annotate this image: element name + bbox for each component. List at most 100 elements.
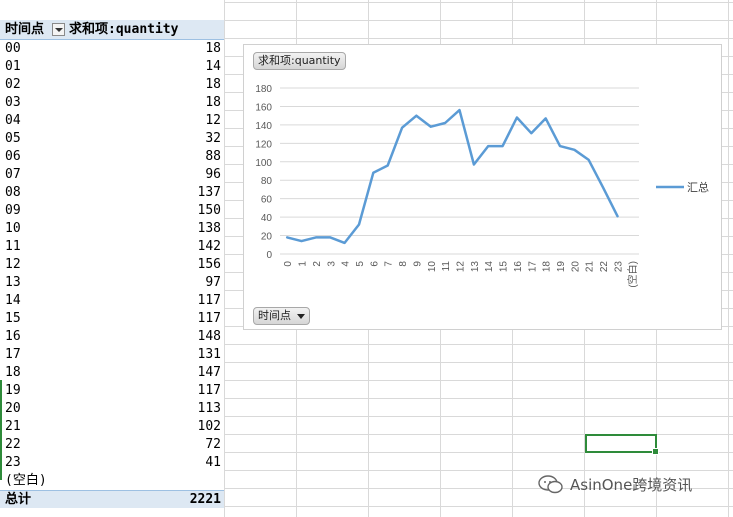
y-tick-label: 0 bbox=[266, 250, 272, 261]
row-value: 18 bbox=[205, 41, 221, 56]
selected-cell[interactable] bbox=[585, 434, 659, 455]
legend-label: 汇总 bbox=[687, 180, 709, 194]
watermark: AsinOne跨境资讯 bbox=[538, 474, 692, 495]
pivot-row[interactable]: 02 18 bbox=[0, 76, 224, 94]
row-value: 138 bbox=[197, 221, 221, 236]
row-label: 15 bbox=[5, 311, 21, 326]
pivot-row[interactable]: 18 147 bbox=[0, 364, 224, 382]
pivot-row[interactable]: 17 131 bbox=[0, 346, 224, 364]
x-tick-label: 14 bbox=[484, 261, 495, 273]
x-tick-label: 15 bbox=[499, 261, 510, 273]
pivot-row[interactable]: 00 18 bbox=[0, 40, 224, 58]
row-label: 14 bbox=[5, 293, 21, 308]
pivot-row[interactable]: 12 156 bbox=[0, 256, 224, 274]
x-tick-label: 4 bbox=[341, 261, 352, 267]
pivot-row[interactable]: 04 12 bbox=[0, 112, 224, 130]
y-tick-label: 160 bbox=[255, 102, 272, 113]
pivot-row[interactable]: 09 150 bbox=[0, 202, 224, 220]
pivot-row[interactable]: 22 72 bbox=[0, 436, 224, 454]
series-line bbox=[285, 108, 619, 245]
filter-dropdown-icon[interactable] bbox=[52, 23, 66, 36]
row-label: 05 bbox=[5, 131, 21, 146]
pivot-row[interactable]: 23 41 bbox=[0, 454, 224, 472]
pivot-total-row[interactable]: 总计 2221 bbox=[0, 490, 224, 508]
row-value: 32 bbox=[205, 131, 221, 146]
pivot-row[interactable]: 20 113 bbox=[0, 400, 224, 418]
pivot-row[interactable]: 01 14 bbox=[0, 58, 224, 76]
pivot-row[interactable]: 11 142 bbox=[0, 238, 224, 256]
pivot-row[interactable]: 21 102 bbox=[0, 418, 224, 436]
y-tick-label: 20 bbox=[261, 232, 273, 243]
row-label: (空白) bbox=[5, 473, 47, 488]
pivot-row[interactable]: 13 97 bbox=[0, 274, 224, 292]
row-label: 16 bbox=[5, 329, 21, 344]
chevron-down-icon bbox=[297, 313, 305, 319]
pivot-row[interactable]: 19 117 bbox=[0, 382, 224, 400]
pivot-row[interactable]: 14 117 bbox=[0, 292, 224, 310]
row-label: 10 bbox=[5, 221, 21, 236]
row-label: 19 bbox=[5, 383, 21, 398]
row-value: 147 bbox=[197, 365, 221, 380]
row-field-label: 时间点 bbox=[5, 21, 45, 37]
pivot-table: 时间点 求和项:quantity 00 18 01 14 02 18 03 18 04 12 05 3… bbox=[0, 20, 224, 508]
y-tick-label: 100 bbox=[255, 158, 272, 169]
pivot-row[interactable]: 05 32 bbox=[0, 130, 224, 148]
pivot-row[interactable]: (空白) bbox=[0, 472, 224, 490]
x-tick-label: 5 bbox=[355, 261, 366, 267]
row-label: 13 bbox=[5, 275, 21, 290]
total-value: 2221 bbox=[189, 492, 221, 507]
fill-handle[interactable] bbox=[652, 448, 659, 455]
x-tick-label: 10 bbox=[427, 261, 438, 273]
axis-field-label: 时间点 bbox=[258, 309, 291, 322]
row-label: 07 bbox=[5, 167, 21, 182]
row-value: 156 bbox=[197, 257, 221, 272]
row-value: 117 bbox=[197, 383, 221, 398]
row-label: 18 bbox=[5, 365, 21, 380]
x-tick-label: 20 bbox=[570, 261, 581, 273]
row-value: 131 bbox=[197, 347, 221, 362]
row-value: 150 bbox=[197, 203, 221, 218]
value-field-header[interactable]: 求和项:quantity bbox=[65, 20, 221, 39]
row-label: 02 bbox=[5, 77, 21, 92]
y-tick-label: 180 bbox=[255, 84, 272, 95]
x-tick-label: 1 bbox=[298, 261, 309, 267]
row-value: 117 bbox=[197, 293, 221, 308]
x-tick-label: 13 bbox=[470, 261, 481, 273]
row-value: 14 bbox=[205, 59, 221, 74]
axis-field-button[interactable]: 时间点 bbox=[253, 307, 310, 325]
row-label: 20 bbox=[5, 401, 21, 416]
pivot-row[interactable]: 06 88 bbox=[0, 148, 224, 166]
pivot-row[interactable]: 08 137 bbox=[0, 184, 224, 202]
row-value: 96 bbox=[205, 167, 221, 182]
row-label: 01 bbox=[5, 59, 21, 74]
row-label: 00 bbox=[5, 41, 21, 56]
y-tick-label: 80 bbox=[261, 176, 273, 187]
pivot-chart[interactable]: 求和项:quantity 0 20 40 60 80 100 120 140 160 180 0 1 2… bbox=[243, 44, 722, 330]
row-label: 03 bbox=[5, 95, 21, 110]
pivot-row[interactable]: 07 96 bbox=[0, 166, 224, 184]
x-tick-label: 3 bbox=[326, 261, 337, 267]
x-tick-label: 22 bbox=[599, 261, 610, 273]
pivot-row[interactable]: 16 148 bbox=[0, 328, 224, 346]
row-value: 88 bbox=[205, 149, 221, 164]
row-value: 18 bbox=[205, 77, 221, 92]
x-tick-label: 12 bbox=[456, 261, 467, 273]
x-tick-label: 23 bbox=[613, 261, 624, 273]
pivot-row[interactable]: 03 18 bbox=[0, 94, 224, 112]
row-label: 12 bbox=[5, 257, 21, 272]
pivot-row[interactable]: 15 117 bbox=[0, 310, 224, 328]
total-label: 总计 bbox=[5, 492, 32, 507]
x-tick-label: 19 bbox=[556, 261, 567, 273]
row-label: 04 bbox=[5, 113, 21, 128]
row-value: 137 bbox=[197, 185, 221, 200]
pivot-header-row: 时间点 求和项:quantity bbox=[0, 20, 224, 40]
row-value: 12 bbox=[205, 113, 221, 128]
x-tick-label: 8 bbox=[398, 261, 409, 267]
row-label: 17 bbox=[5, 347, 21, 362]
row-value: 18 bbox=[205, 95, 221, 110]
watermark-text: AsinOne跨境资讯 bbox=[570, 476, 693, 494]
pivot-row[interactable]: 10 138 bbox=[0, 220, 224, 238]
row-value: 41 bbox=[205, 455, 221, 470]
x-tick-label: 2 bbox=[312, 261, 323, 267]
row-field-header[interactable]: 时间点 bbox=[5, 20, 66, 39]
